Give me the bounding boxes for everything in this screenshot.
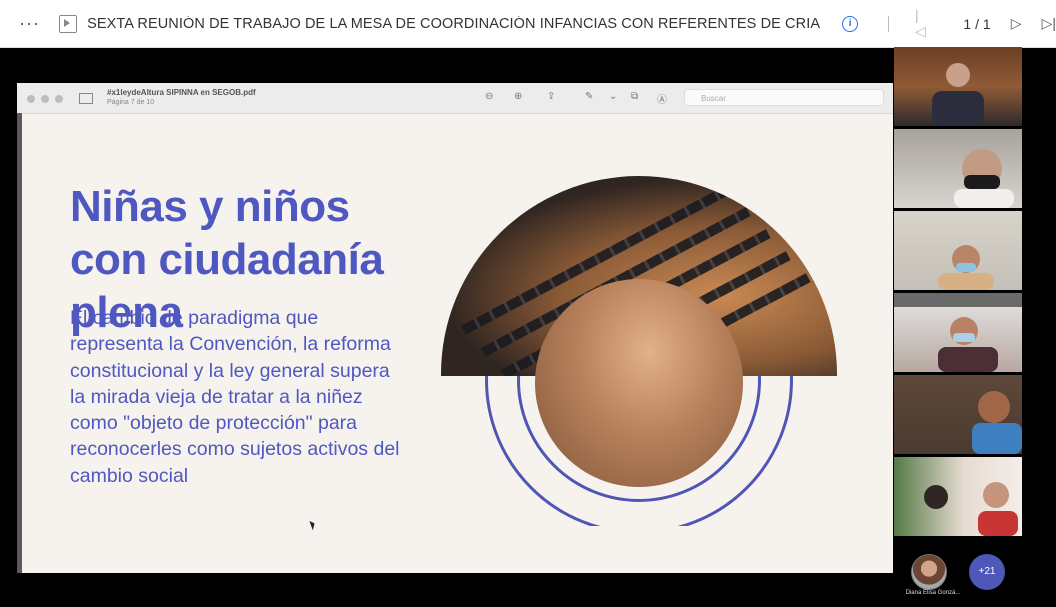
chevron-down-icon[interactable]: ⌄	[609, 91, 617, 102]
participant-tile[interactable]	[894, 211, 1022, 290]
participant-tile[interactable]	[894, 129, 1022, 208]
divider	[888, 15, 890, 32]
more-participants-button[interactable]: +21	[969, 554, 1005, 590]
slide-illustration	[441, 176, 837, 526]
pdf-page-label: Página 7 de 10	[107, 99, 155, 106]
participant-name: Diana Elisa Gonzá...	[905, 590, 961, 596]
first-page-icon[interactable]: |◁	[915, 7, 929, 40]
participant-tile[interactable]	[894, 47, 1022, 126]
participant-avatar[interactable]	[911, 554, 947, 590]
window-zoom-icon[interactable]	[55, 95, 63, 103]
participant-video	[954, 149, 1014, 208]
mouse-cursor-icon	[309, 519, 317, 531]
participant-video	[932, 63, 984, 126]
participant-video	[972, 391, 1022, 454]
annotate-icon[interactable]: Ⓐ	[657, 91, 667, 106]
pdf-viewer-toolbar: #x1leydeAltura SIPINNA en SEGOB.pdf Pági…	[17, 83, 893, 114]
slide-body-text: El cambio de paradigma que representa la…	[70, 307, 400, 487]
last-page-icon[interactable]: ▷|	[1042, 15, 1056, 32]
zoom-in-icon[interactable]: ⊕	[514, 91, 522, 102]
presentation-icon	[59, 14, 78, 33]
hands-photo	[535, 279, 743, 487]
top-bar: ··· SEXTA REUNIÓN DE TRABAJO DE LA MESA …	[0, 0, 1056, 48]
pdf-search-input[interactable]: Buscar	[684, 89, 884, 106]
participant-strip: Diana Elisa Gonzá... +21	[893, 540, 1056, 607]
participant-tile[interactable]	[894, 293, 1022, 372]
meeting-title: SEXTA REUNIÓN DE TRABAJO DE LA MESA DE C…	[87, 15, 821, 32]
zoom-out-icon[interactable]: ⊖	[485, 91, 493, 102]
pdf-file-name: #x1leydeAltura SIPINNA en SEGOB.pdf	[107, 88, 256, 97]
participant-tile[interactable]	[894, 375, 1022, 454]
info-icon[interactable]: i	[842, 15, 859, 32]
next-page-icon[interactable]: ▷	[1011, 15, 1022, 32]
participant-video	[924, 482, 1018, 536]
window-close-icon[interactable]	[27, 95, 35, 103]
window-minimize-icon[interactable]	[41, 95, 49, 103]
rotate-icon[interactable]: ⧉	[631, 91, 638, 102]
slide-left-edge	[17, 113, 22, 573]
shared-screen: #x1leydeAltura SIPINNA en SEGOB.pdf Pági…	[17, 83, 893, 573]
menu-dots-icon[interactable]: ···	[0, 13, 59, 34]
share-icon[interactable]: ⇪	[547, 91, 555, 102]
sidebar-toggle-icon[interactable]	[79, 93, 93, 104]
participant-video	[894, 293, 1022, 372]
participants-panel	[893, 47, 1023, 536]
participant-video	[938, 245, 994, 290]
page-indicator: 1 / 1	[963, 15, 991, 32]
markup-icon[interactable]: ✎	[585, 91, 593, 102]
participant-tile[interactable]	[894, 457, 1022, 536]
